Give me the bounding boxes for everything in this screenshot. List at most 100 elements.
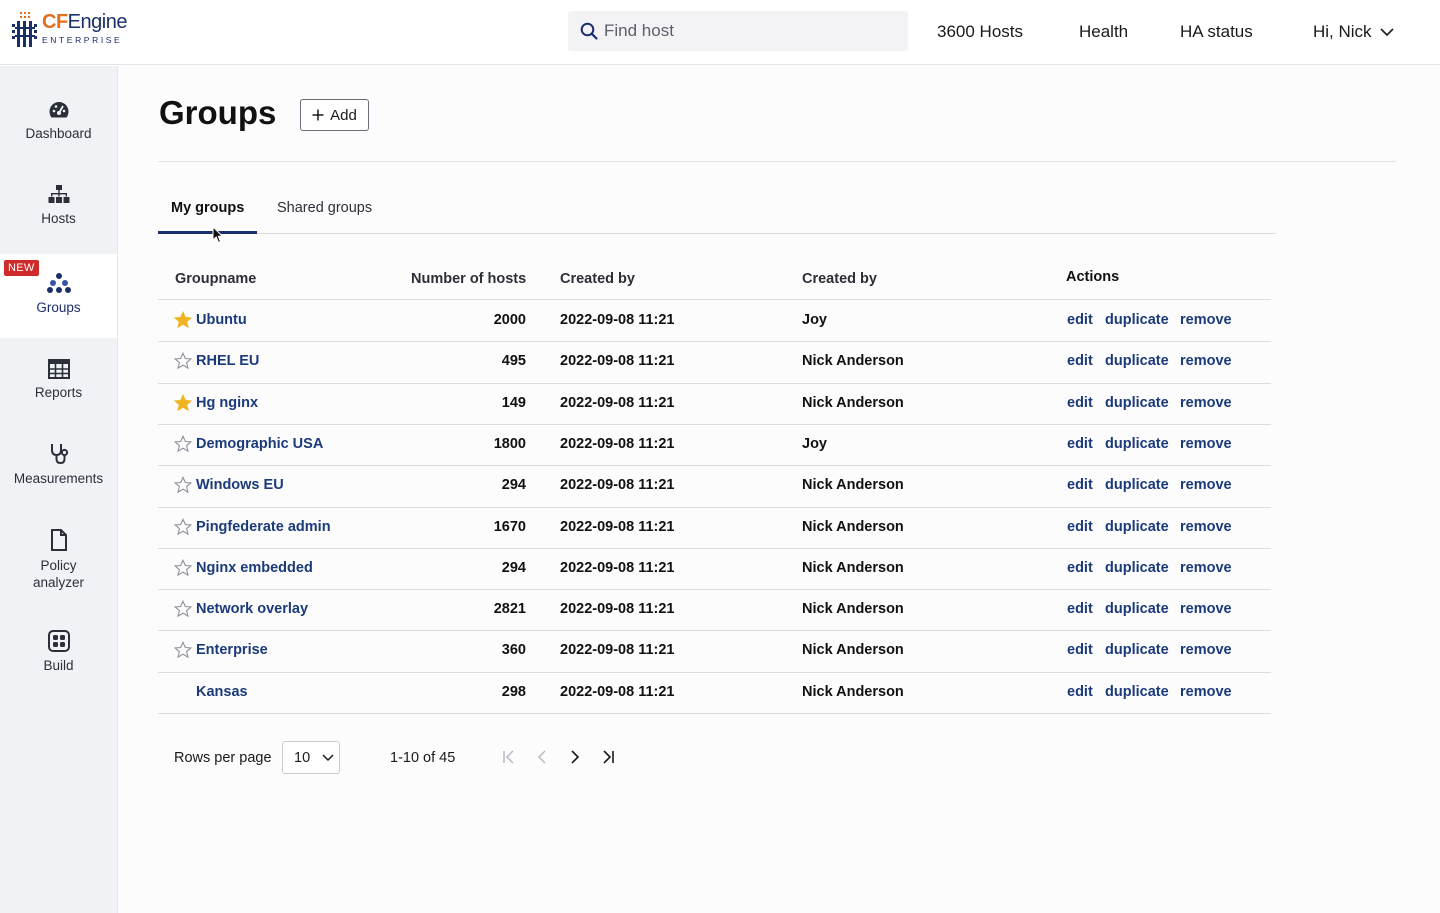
row-divider [158,589,1271,591]
edit-action-link[interactable]: edit [1067,353,1093,369]
logo-subtitle: ENTERPRISE [42,35,123,45]
column-header-groupname[interactable]: Groupname [175,271,256,287]
table-icon [47,359,70,379]
group-name-link[interactable]: RHEL EU [196,353,259,369]
remove-action-link[interactable]: remove [1180,684,1232,700]
group-name-link[interactable]: Enterprise [196,642,268,658]
star-outline-icon[interactable] [174,476,192,494]
edit-action-link[interactable]: edit [1067,642,1093,658]
host-count: 149 [501,394,526,411]
remove-action-link[interactable]: remove [1180,353,1232,369]
duplicate-action-link[interactable]: duplicate [1105,560,1169,576]
add-group-button[interactable]: Add [300,99,369,131]
group-name-link[interactable]: Windows EU [196,477,284,493]
groups-icon [46,273,71,293]
user-menu[interactable]: Hi, Nick [1313,22,1394,42]
created-date: 2022-09-08 11:21 [560,353,675,370]
star-outline-icon[interactable] [174,517,192,536]
remove-action-link[interactable]: remove [1180,477,1232,493]
group-name-link[interactable]: Hg nginx [196,395,258,411]
sidebar-item-build[interactable]: Build [0,630,117,673]
duplicate-action-link[interactable]: duplicate [1105,436,1169,452]
hosts-count-link[interactable]: 3600 Hosts [937,22,1023,42]
duplicate-action-link[interactable]: duplicate [1105,395,1169,411]
sidebar-item-hosts[interactable]: Hosts [0,185,117,226]
next-page-icon[interactable] [566,747,584,767]
document-icon [50,529,67,551]
tabs-divider [158,233,1276,234]
edit-action-link[interactable]: edit [1067,395,1093,411]
star-outline-icon[interactable] [174,352,192,370]
health-link[interactable]: Health [1079,22,1128,42]
hierarchy-icon [48,185,69,203]
rows-per-page-select[interactable]: 10 [282,741,340,774]
tab-my-groups[interactable]: My groups [171,200,244,216]
edit-action-link[interactable]: edit [1067,312,1093,328]
created-by: Nick Anderson [802,601,904,618]
edit-action-link[interactable]: edit [1067,477,1093,493]
sidebar-item-measurements[interactable]: Measurements [0,443,117,486]
duplicate-action-link[interactable]: duplicate [1105,519,1169,535]
sidebar-item-reports[interactable]: Reports [0,359,117,400]
plus-icon [312,109,324,121]
duplicate-action-link[interactable]: duplicate [1105,312,1169,328]
first-page-icon[interactable] [500,747,518,767]
duplicate-action-link[interactable]: duplicate [1105,684,1169,700]
group-name-link[interactable]: Pingfederate admin [196,519,331,535]
edit-action-link[interactable]: edit [1067,684,1093,700]
duplicate-action-link[interactable]: duplicate [1105,642,1169,658]
star-filled-icon[interactable] [174,311,192,329]
group-name-link[interactable]: Demographic USA [196,436,323,452]
sidebar-item-policy-analyzer[interactable]: Policy analyzer [0,529,117,591]
star-outline-icon[interactable] [174,434,192,453]
edit-action-link[interactable]: edit [1067,560,1093,576]
star-outline-icon[interactable] [174,600,192,618]
row-divider [158,341,1271,343]
sidebar-item-dashboard[interactable]: Dashboard [0,100,117,141]
remove-action-link[interactable]: remove [1180,601,1232,617]
column-header-creator[interactable]: Created by [802,271,877,287]
duplicate-action-link[interactable]: duplicate [1105,601,1169,617]
remove-action-link[interactable]: remove [1180,519,1232,535]
group-name-link[interactable]: Kansas [196,684,248,700]
star-outline-icon[interactable] [174,641,192,659]
host-count: 298 [501,683,526,700]
group-name-link[interactable]: Nginx embedded [196,560,313,576]
previous-page-icon[interactable] [533,747,551,767]
edit-action-link[interactable]: edit [1067,436,1093,452]
created-by: Nick Anderson [802,394,904,411]
group-name-link[interactable]: Network overlay [196,601,308,617]
column-header-hosts[interactable]: Number of hosts [411,271,526,287]
row-divider [158,465,1271,467]
remove-action-link[interactable]: remove [1180,642,1232,658]
star-filled-icon[interactable] [174,393,192,412]
last-page-icon[interactable] [599,747,617,767]
tab-shared-groups[interactable]: Shared groups [277,200,372,216]
edit-action-link[interactable]: edit [1067,519,1093,535]
group-name-link[interactable]: Ubuntu [196,312,247,328]
find-host-search[interactable] [568,11,908,51]
host-count: 360 [501,642,526,659]
stethoscope-icon [50,444,68,465]
edit-action-link[interactable]: edit [1067,601,1093,617]
created-date: 2022-09-08 11:21 [560,477,675,494]
search-input[interactable] [604,21,894,41]
duplicate-action-link[interactable]: duplicate [1105,353,1169,369]
created-by: Nick Anderson [802,477,904,494]
sidebar-item-groups[interactable]: NEW Groups [0,254,117,338]
remove-action-link[interactable]: remove [1180,560,1232,576]
column-header-created[interactable]: Created by [560,271,635,287]
ha-status-link[interactable]: HA status [1180,22,1253,42]
row-divider [158,630,1271,632]
cfengine-logo[interactable]: CFEngine ENTERPRISE [12,12,127,48]
remove-action-link[interactable]: remove [1180,312,1232,328]
host-count: 1670 [493,518,526,535]
remove-action-link[interactable]: remove [1180,395,1232,411]
row-divider [158,547,1271,549]
sidebar-item-label: Reports [34,385,83,400]
remove-action-link[interactable]: remove [1180,436,1232,452]
created-by: Nick Anderson [802,683,904,700]
sidebar-item-label: Build [43,658,74,673]
duplicate-action-link[interactable]: duplicate [1105,477,1169,493]
star-outline-icon[interactable] [174,558,192,577]
